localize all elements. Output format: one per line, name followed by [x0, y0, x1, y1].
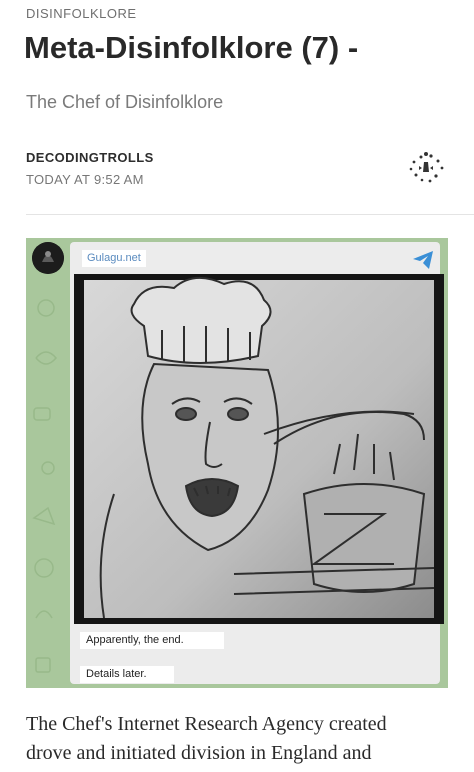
channel-name[interactable]: Gulagu.net — [82, 250, 146, 267]
telegram-post-image: Gulagu.net Apparently, the end. Details … — [26, 238, 448, 688]
message-caption-1: Apparently, the end. — [80, 632, 224, 649]
article-body-line-1: The Chef's Internet Research Agency crea… — [26, 713, 387, 735]
message-caption-2: Details later. — [80, 666, 174, 683]
author-avatar[interactable] — [402, 144, 450, 192]
chef-sketch-image — [74, 274, 444, 624]
article-body: The Chef's Internet Research Agency crea… — [26, 710, 466, 768]
channel-logo-icon — [32, 242, 64, 274]
article-category[interactable]: DISINFOLKLORE — [26, 6, 137, 21]
article-title: Meta-Disinfolklore (7) - — [24, 30, 359, 65]
author-name[interactable]: DECODINGTROLLS — [26, 150, 154, 165]
publish-timestamp: TODAY AT 9:52 AM — [26, 172, 144, 187]
telegram-share-icon[interactable] — [412, 250, 434, 270]
article-subtitle: The Chef of Disinfolklore — [26, 92, 224, 112]
header-divider — [26, 214, 474, 215]
article-body-line-2: drove and initiated division in England … — [26, 742, 372, 764]
telegram-message-bubble: Gulagu.net Apparently, the end. Details … — [70, 242, 444, 684]
channel-avatar[interactable] — [32, 242, 64, 274]
